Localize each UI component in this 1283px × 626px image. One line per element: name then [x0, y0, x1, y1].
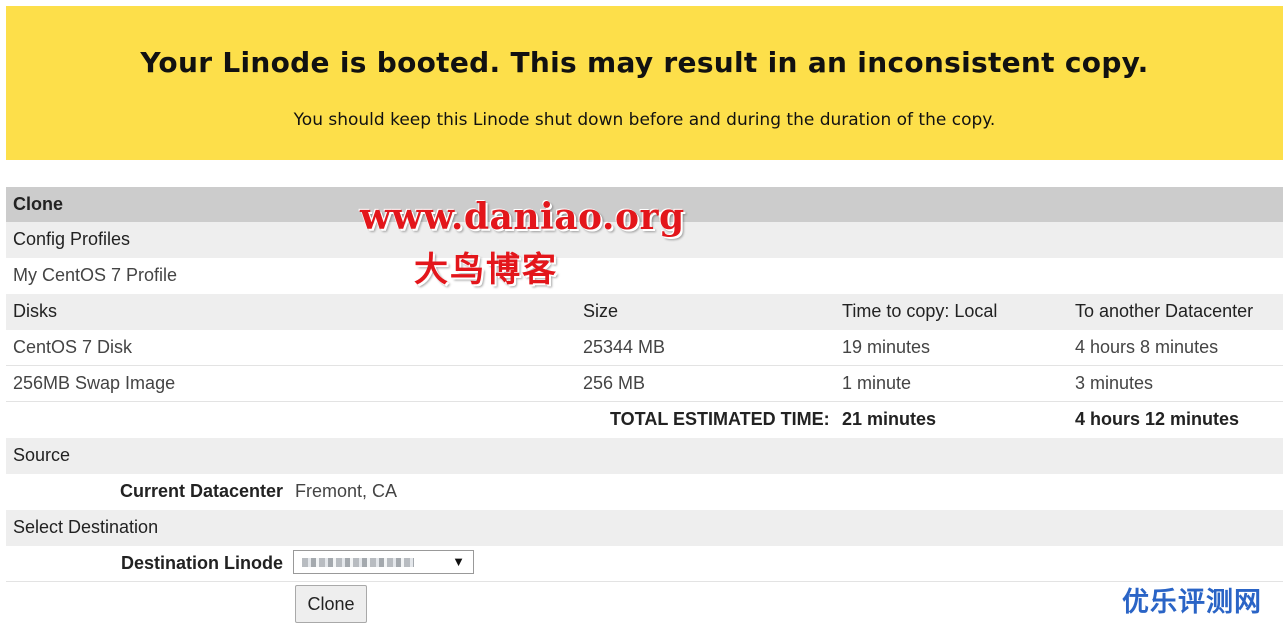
disk-name: 256MB Swap Image: [13, 373, 176, 393]
disk-local-time: 19 minutes: [842, 337, 931, 357]
disk-local-time: 1 minute: [842, 373, 912, 393]
clone-panel: Clone Config Profiles My CentOS 7 Profil…: [6, 187, 1283, 626]
select-destination-label: Select Destination: [13, 517, 159, 537]
warning-subtitle: You should keep this Linode shut down be…: [293, 110, 996, 130]
dropdown-arrow-icon: ▼: [452, 554, 465, 569]
config-profile-row: My CentOS 7 Profile: [6, 258, 1283, 294]
disks-header-row: Disks Size Time to copy: Local To anothe…: [6, 294, 1283, 330]
total-time-row: TOTAL ESTIMATED TIME: 21 minutes 4 hours…: [6, 402, 1283, 438]
destination-linode-row: Destination Linode ▼: [6, 546, 1283, 582]
current-datacenter-value: Fremont, CA: [295, 481, 398, 501]
disk-size: 25344 MB: [583, 337, 666, 357]
source-row: Source: [6, 438, 1283, 474]
disk-row: CentOS 7 Disk 25344 MB 19 minutes 4 hour…: [6, 330, 1283, 366]
destination-linode-label: Destination Linode: [121, 553, 283, 573]
select-destination-row: Select Destination: [6, 510, 1283, 546]
disk-name: CentOS 7 Disk: [13, 337, 133, 357]
config-profiles-label: Config Profiles: [13, 229, 131, 249]
warning-banner: Your Linode is booted. This may result i…: [6, 6, 1283, 160]
obscured-linode-name: [302, 558, 414, 567]
config-profile-item: My CentOS 7 Profile: [13, 265, 178, 285]
watermark-corner: 优乐评测网: [1122, 587, 1262, 618]
disk-remote-time: 3 minutes: [1075, 373, 1154, 393]
watermark-cn-name: 大鸟博客: [414, 250, 558, 290]
disks-column-header: Disks: [13, 301, 57, 321]
local-time-column-header: Time to copy: Local: [842, 301, 998, 321]
total-remote-time: 4 hours 12 minutes: [1075, 409, 1240, 429]
warning-title: Your Linode is booted. This may result i…: [140, 46, 1149, 79]
disk-row: 256MB Swap Image 256 MB 1 minute 3 minut…: [6, 366, 1283, 402]
disk-remote-time: 4 hours 8 minutes: [1075, 337, 1219, 357]
size-column-header: Size: [583, 301, 619, 321]
total-time-label: TOTAL ESTIMATED TIME:: [610, 409, 830, 429]
source-label: Source: [13, 445, 71, 465]
clone-button-row: Clone: [6, 582, 1283, 626]
current-datacenter-row: Current Datacenter Fremont, CA: [6, 474, 1283, 510]
remote-time-column-header: To another Datacenter: [1075, 301, 1254, 321]
watermark-url: www.daniao.org: [360, 196, 685, 238]
clone-header: Clone: [13, 194, 64, 214]
clone-button[interactable]: Clone: [295, 585, 367, 623]
disk-size: 256 MB: [583, 373, 646, 393]
destination-linode-select[interactable]: ▼: [293, 550, 474, 574]
total-local-time: 21 minutes: [842, 409, 937, 429]
current-datacenter-label: Current Datacenter: [120, 481, 284, 501]
